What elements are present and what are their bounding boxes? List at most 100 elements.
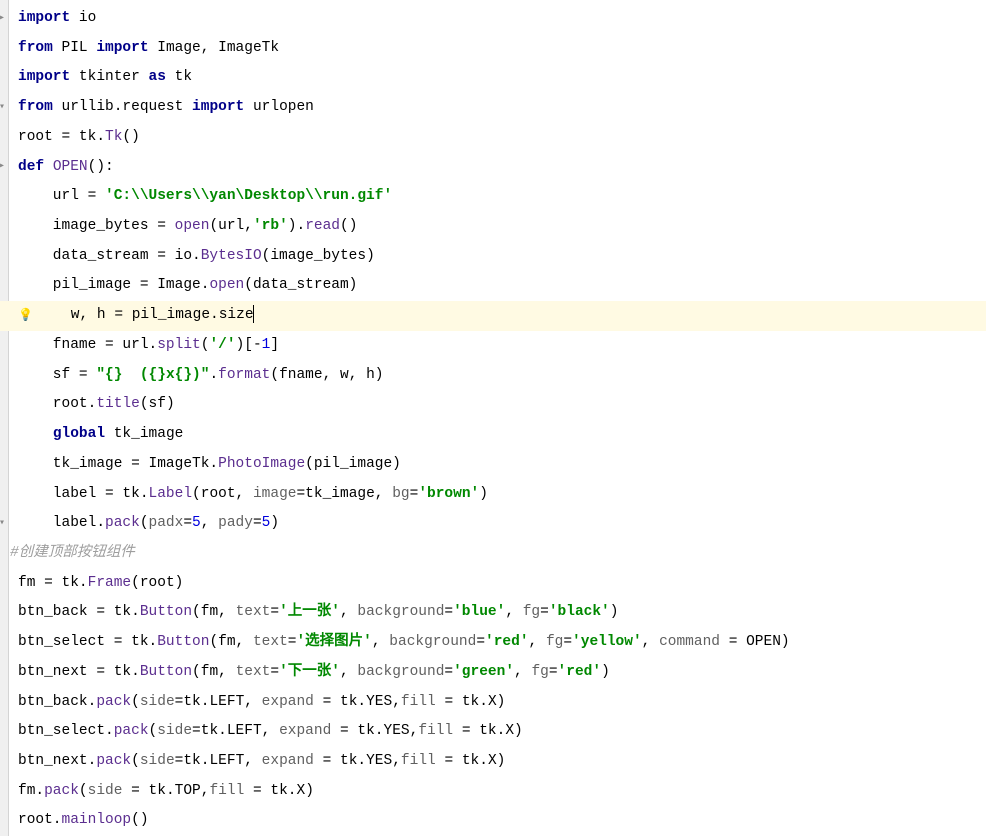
keyword: import [18,10,70,26]
param: background [357,604,444,620]
param: image [253,486,297,502]
code-line[interactable]: btn_back.pack(side=tk.LEFT, expand = tk.… [0,688,986,718]
param: fill [401,694,445,710]
code-line[interactable]: btn_select.pack(side=tk.LEFT, expand = t… [0,717,986,747]
call: pack [44,783,79,799]
param: text [236,604,271,620]
code-text: =tk.LEFT, [175,753,262,769]
code-text: = tk.TOP, [131,783,209,799]
code-line[interactable]: #创建顶部按钮组件 [0,539,986,569]
code-text: =tk.LEFT, [192,723,279,739]
code-text: ) [610,604,619,620]
string: '下一张' [279,664,340,680]
number: 5 [192,515,201,531]
code-text: pil_image = Image. [18,277,209,293]
call: pack [105,515,140,531]
caret-icon [253,305,254,323]
fold-icon[interactable]: ▸ [0,9,5,30]
lightbulb-icon[interactable]: 💡 [18,304,33,329]
code-text: = [563,634,572,650]
code-text: w, h = pil_image.size [18,307,254,323]
code-text: = tk.X) [444,694,505,710]
code-line[interactable]: sf = "{} ({}x{})".format(fname, w, h) [0,361,986,391]
call: Button [157,634,209,650]
code-line[interactable]: ▸import io [0,4,986,34]
keyword: import [192,99,244,115]
code-text: btn_back. [18,694,96,710]
string: 'rb' [253,218,288,234]
code-text: tk_image [114,426,184,442]
comment: #创建顶部按钮组件 [10,545,135,561]
code-line[interactable]: url = 'C:\\Users\\yan\Desktop\\run.gif' [0,182,986,212]
param: command [659,634,729,650]
code-text: = [444,604,453,620]
code-text: root. [18,812,62,828]
code-line[interactable]: btn_select = tk.Button(fm, text='选择图片', … [0,628,986,658]
code-line[interactable]: fm.pack(side = tk.TOP,fill = tk.X) [0,777,986,807]
code-text: (root) [131,575,183,591]
param: fg [546,634,563,650]
string: '上一张' [279,604,340,620]
code-line[interactable]: from PIL import Image, ImageTk [0,34,986,64]
code-line[interactable]: btn_next.pack(side=tk.LEFT, expand = tk.… [0,747,986,777]
call: mainloop [62,812,132,828]
keyword: import [18,69,70,85]
code-line[interactable]: root.title(sf) [0,390,986,420]
code-text: = tk.X) [462,723,523,739]
call: Button [140,604,192,620]
code-text: sf = [18,367,96,383]
code-line[interactable]: btn_back = tk.Button(fm, text='上一张', bac… [0,598,986,628]
call: Tk [105,129,122,145]
code-line[interactable]: image_bytes = open(url,'rb').read() [0,212,986,242]
code-line[interactable]: fm = tk.Frame(root) [0,569,986,599]
code-line[interactable]: tk_image = ImageTk.PhotoImage(pil_image) [0,450,986,480]
code-line[interactable]: ▸ def OPEN(): [0,153,986,183]
code-text: data_stream = io. [18,248,201,264]
fold-icon[interactable]: ▸ [0,157,5,178]
keyword: def [18,159,53,175]
code-text: (fm, [192,604,236,620]
code-text: fm. [18,783,44,799]
string: 'green' [453,664,514,680]
code-line[interactable]: fname = url.split('/')[-1] [0,331,986,361]
call: pack [96,753,131,769]
code-text: tk_image = ImageTk. [18,456,218,472]
string: 'C:\\Users\\yan\Desktop\\run.gif' [105,188,392,204]
fold-icon[interactable]: ▾ [0,514,5,535]
code-line-active[interactable]: 💡 w, h = pil_image.size [0,301,986,331]
param: side [140,694,175,710]
code-text: ) [270,515,279,531]
code-text: PIL [53,40,97,56]
keyword: as [149,69,166,85]
code-line[interactable]: root = tk.Tk() [0,123,986,153]
code-editor[interactable]: ▸import io from PIL import Image, ImageT… [0,0,986,836]
code-line[interactable]: btn_next = tk.Button(fm, text='下一张', bac… [0,658,986,688]
code-text: = tk.YES, [323,694,401,710]
code-text: (pil_image) [305,456,401,472]
code-text: ). [288,218,305,234]
code-text: ] [270,337,279,353]
param: expand [262,694,323,710]
call: OPEN [53,159,88,175]
code-line[interactable]: pil_image = Image.open(data_stream) [0,271,986,301]
code-line[interactable]: ▾from urllib.request import urlopen [0,93,986,123]
code-line[interactable]: import tkinter as tk [0,63,986,93]
code-line[interactable]: data_stream = io.BytesIO(image_bytes) [0,242,986,272]
code-line[interactable]: ▾ label.pack(padx=5, pady=5) [0,509,986,539]
code-line[interactable]: label = tk.Label(root, image=tk_image, b… [0,480,986,510]
code-text: = [410,486,419,502]
param: expand [262,753,323,769]
code-text: = [270,604,279,620]
code-line[interactable]: global tk_image [0,420,986,450]
code-text: (): [88,159,114,175]
call: Label [149,486,193,502]
code-text: fm = tk. [18,575,88,591]
fold-icon[interactable]: ▾ [0,98,5,119]
keyword: import [96,40,148,56]
code-text: (fm, [209,634,253,650]
code-line[interactable]: root.mainloop() [0,806,986,836]
code-text: btn_next = tk. [18,664,140,680]
code-text: )[- [236,337,262,353]
code-text: = [183,515,192,531]
param: fill [418,723,462,739]
